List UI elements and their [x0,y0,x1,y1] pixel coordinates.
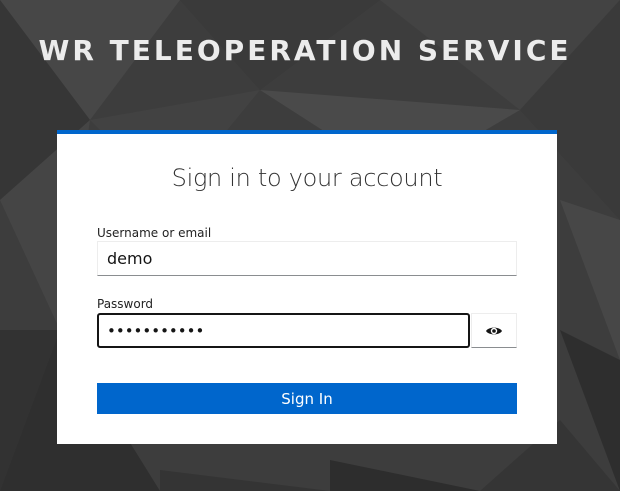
password-field[interactable]: ••••••••••• [97,313,470,348]
password-value: ••••••••••• [107,321,205,340]
sign-in-button[interactable]: Sign In [97,383,517,414]
login-title: Sign in to your account [171,164,443,192]
username-label: Username or email [97,226,212,240]
realm-title: WR TELEOPERATION SERVICE [38,34,572,67]
username-field[interactable]: demo [97,241,517,276]
password-label: Password [97,297,154,311]
eye-icon [485,325,503,337]
login-card: Sign in to your account Username or emai… [57,130,557,444]
show-password-button[interactable] [471,313,517,348]
username-value: demo [107,249,153,268]
